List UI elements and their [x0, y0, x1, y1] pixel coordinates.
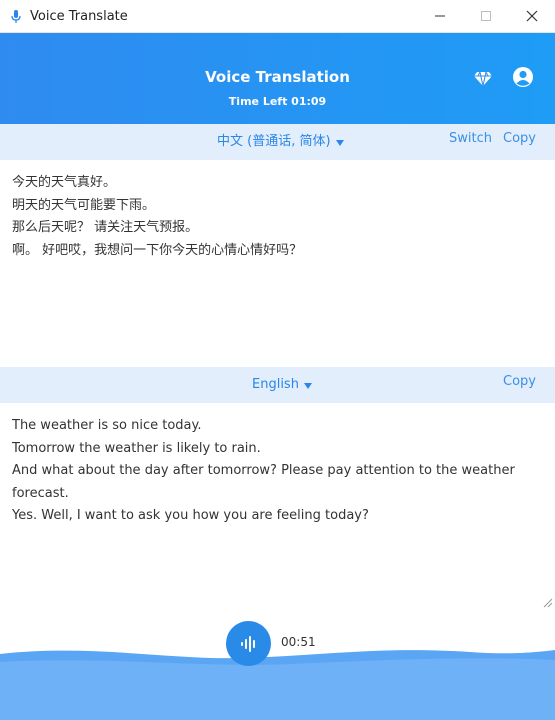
window-title: Voice Translate: [30, 8, 128, 24]
time-left-label: Time Left 01:09: [228, 95, 327, 108]
record-button[interactable]: [226, 621, 271, 666]
source-language-bar: 中文 (普通话, 简体) Switch Copy: [0, 124, 555, 160]
source-line: 啊。 好吧哎，我想问一下你今天的心情心情好吗？: [12, 242, 303, 258]
minimize-icon: [435, 15, 445, 17]
source-line: 明天的天气可能要下雨。: [12, 197, 156, 213]
voice-wave-icon: [240, 635, 255, 652]
copy-target-button[interactable]: Copy: [503, 367, 536, 399]
close-button[interactable]: [509, 0, 555, 32]
target-language-bar: English Copy: [0, 367, 555, 403]
recording-time: 00:51: [281, 635, 316, 649]
microphone-icon: [8, 8, 24, 24]
close-icon: [526, 10, 538, 22]
target-text-area[interactable]: The weather is so nice today. Tomorrow t…: [12, 415, 542, 528]
source-line: 那么后天呢？ 请关注天气预报。: [12, 220, 199, 235]
target-line: The weather is so nice today.: [12, 418, 202, 433]
minimize-button[interactable]: [417, 0, 463, 32]
account-icon[interactable]: [512, 66, 534, 88]
maximize-icon: [481, 11, 491, 21]
maximize-button[interactable]: [463, 0, 509, 32]
target-line: And what about the day after tomorrow? P…: [12, 463, 515, 501]
app-header: Voice Translation Time Left 01:09: [0, 33, 555, 124]
diamond-icon[interactable]: [472, 67, 494, 89]
source-line: 今天的天气真好。: [12, 175, 117, 190]
source-language-label: 中文 (普通话, 简体): [217, 134, 331, 149]
source-text-area[interactable]: 今天的天气真好。 明天的天气可能要下雨。 那么后天呢？ 请关注天气预报。 啊。 …: [12, 172, 542, 262]
resize-grip-icon[interactable]: [543, 598, 553, 608]
wave-decoration: [0, 650, 555, 720]
switch-button[interactable]: Switch: [449, 124, 492, 156]
window-titlebar: Voice Translate: [0, 0, 555, 33]
target-language-select[interactable]: English: [252, 367, 312, 403]
window-controls: [417, 0, 555, 32]
target-line: Tomorrow the weather is likely to rain.: [12, 440, 261, 456]
chevron-down-icon: [335, 139, 344, 146]
chevron-down-icon: [303, 382, 312, 389]
target-language-label: English: [252, 377, 299, 392]
target-line: Yes. Well, I want to ask you how you are…: [12, 508, 369, 523]
copy-source-button[interactable]: Copy: [503, 124, 536, 156]
source-language-select[interactable]: 中文 (普通话, 简体): [217, 124, 344, 160]
